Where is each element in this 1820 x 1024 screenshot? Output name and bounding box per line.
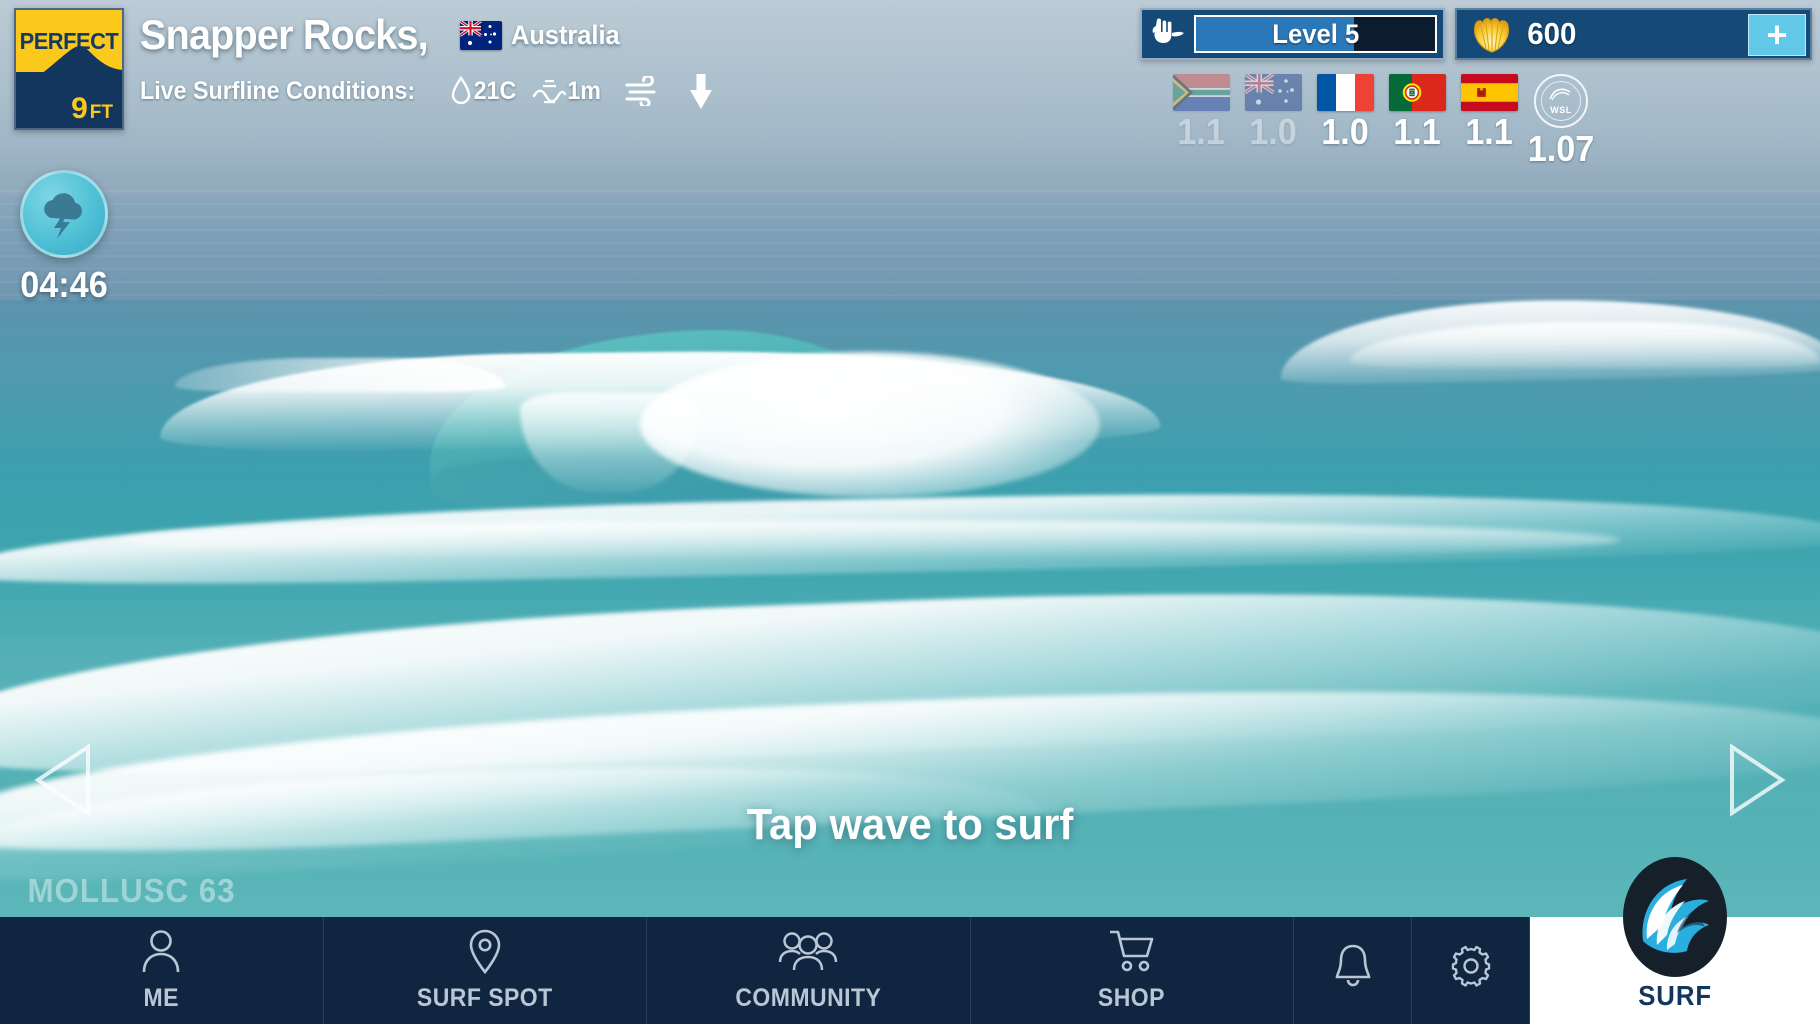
- gear-icon: [1448, 943, 1494, 994]
- level-text: Level 5: [1271, 18, 1360, 49]
- rating-score: 1.07: [1527, 128, 1595, 169]
- australia-flag: [460, 20, 503, 50]
- next-wave-arrow[interactable]: [1726, 742, 1788, 823]
- wind-direction: [688, 72, 714, 110]
- wave-height: 9 FT: [16, 94, 122, 124]
- surf-button[interactable]: SURF: [1530, 857, 1820, 1024]
- wave-height-unit: FT: [89, 102, 113, 123]
- water-temperature: 21C: [450, 76, 518, 106]
- previous-wave-arrow[interactable]: [32, 742, 94, 823]
- rating-score: 1.1: [1465, 111, 1513, 152]
- swell-wave-icon: [532, 76, 566, 106]
- shell-coin-icon: [1471, 14, 1513, 54]
- spot-header: PERFECT 9 FT Snapper Rocks, Australia Li…: [14, 8, 714, 130]
- currency-panel[interactable]: 600 +: [1455, 8, 1812, 60]
- water-temperature-value: 21C: [473, 76, 517, 105]
- add-currency-button[interactable]: +: [1748, 14, 1806, 56]
- nav-item-community[interactable]: COMMUNITY: [647, 917, 971, 1024]
- nav-item-me[interactable]: ME: [0, 917, 324, 1024]
- badge-wave-divider: [16, 46, 122, 88]
- rating-score: 1.1: [1393, 111, 1441, 152]
- wind-conditions: [624, 76, 662, 106]
- nav-label: SURF SPOT: [416, 984, 553, 1012]
- rating-score: 1.0: [1249, 111, 1297, 152]
- nav-item-settings[interactable]: [1412, 917, 1530, 1024]
- nav-item-shop[interactable]: SHOP: [971, 917, 1294, 1024]
- rating-spain[interactable]: 1.1: [1453, 74, 1525, 168]
- wave-height-value: 9: [71, 92, 88, 125]
- wind-icon: [624, 76, 662, 106]
- storm-event-timer[interactable]: 04:46: [14, 170, 114, 306]
- shaka-hand-icon: [1148, 16, 1188, 52]
- nav-label: SHOP: [1098, 984, 1166, 1012]
- person-icon: [139, 928, 183, 979]
- rating-australia[interactable]: 1.0: [1237, 74, 1309, 168]
- level-value: 5: [1344, 18, 1360, 49]
- ratings-row: 1.1 1.0 1.0 1.1 1.1 WSL 1.07: [1165, 74, 1597, 168]
- wave-logo-icon: [1613, 855, 1737, 979]
- water-sheen: [0, 560, 1820, 820]
- shopping-cart-icon: [1107, 928, 1157, 979]
- currency-amount: 600: [1527, 16, 1577, 51]
- conditions-row: Live Surfline Conditions: 21C 1m: [140, 72, 714, 110]
- map-pin-icon: [465, 928, 505, 979]
- wave-condition-badge: PERFECT 9 FT: [14, 8, 124, 130]
- rating-score: 1.0: [1321, 111, 1369, 152]
- storm-cloud-lightning-icon[interactable]: [20, 170, 108, 258]
- swell-height: 1m: [532, 76, 602, 106]
- people-group-icon: [778, 928, 838, 979]
- south-africa-flag: [1172, 74, 1230, 111]
- australia-flag: [1244, 74, 1302, 111]
- wsl-badge-text: WSL: [1550, 105, 1572, 115]
- spain-flag: [1460, 74, 1518, 111]
- portugal-flag: [1388, 74, 1446, 111]
- nav-label: ME: [143, 984, 179, 1012]
- player-hud: Level 5 600 + 1.1 1.0 1.0 1.1 1.1 WSL 1.…: [1140, 0, 1820, 175]
- midground-foam-line-secondary: [120, 520, 1620, 560]
- rating-wsl[interactable]: WSL 1.07: [1525, 74, 1597, 168]
- water-drop-icon: [450, 76, 472, 106]
- country-label: Australia: [511, 19, 620, 50]
- nav-item-notifications[interactable]: [1294, 917, 1412, 1024]
- arrow-down-icon: [688, 72, 714, 110]
- rating-score: 1.1: [1177, 111, 1225, 152]
- storm-timer-value: 04:46: [20, 264, 108, 305]
- level-indicator[interactable]: Level 5: [1140, 8, 1445, 60]
- bottom-navigation: ME SURF SPOT COMMUNITY SHOP SURF: [0, 857, 1820, 1024]
- france-flag: [1316, 74, 1374, 111]
- wsl-badge-icon: WSL: [1534, 74, 1588, 128]
- rating-portugal[interactable]: 1.1: [1381, 74, 1453, 168]
- rating-france[interactable]: 1.0: [1309, 74, 1381, 168]
- page-title: Snapper Rocks,: [140, 11, 429, 58]
- rating-south-africa[interactable]: 1.1: [1165, 74, 1237, 168]
- swell-height-value: 1m: [566, 76, 601, 105]
- conditions-label: Live Surfline Conditions:: [140, 76, 416, 105]
- bell-icon: [1332, 942, 1374, 995]
- level-progress-bar: Level 5: [1194, 15, 1437, 53]
- surf-button-label: SURF: [1638, 980, 1712, 1011]
- nav-label: COMMUNITY: [735, 984, 882, 1012]
- nav-item-surf-spot[interactable]: SURF SPOT: [324, 917, 647, 1024]
- main-wave-whitewater: [640, 352, 1100, 497]
